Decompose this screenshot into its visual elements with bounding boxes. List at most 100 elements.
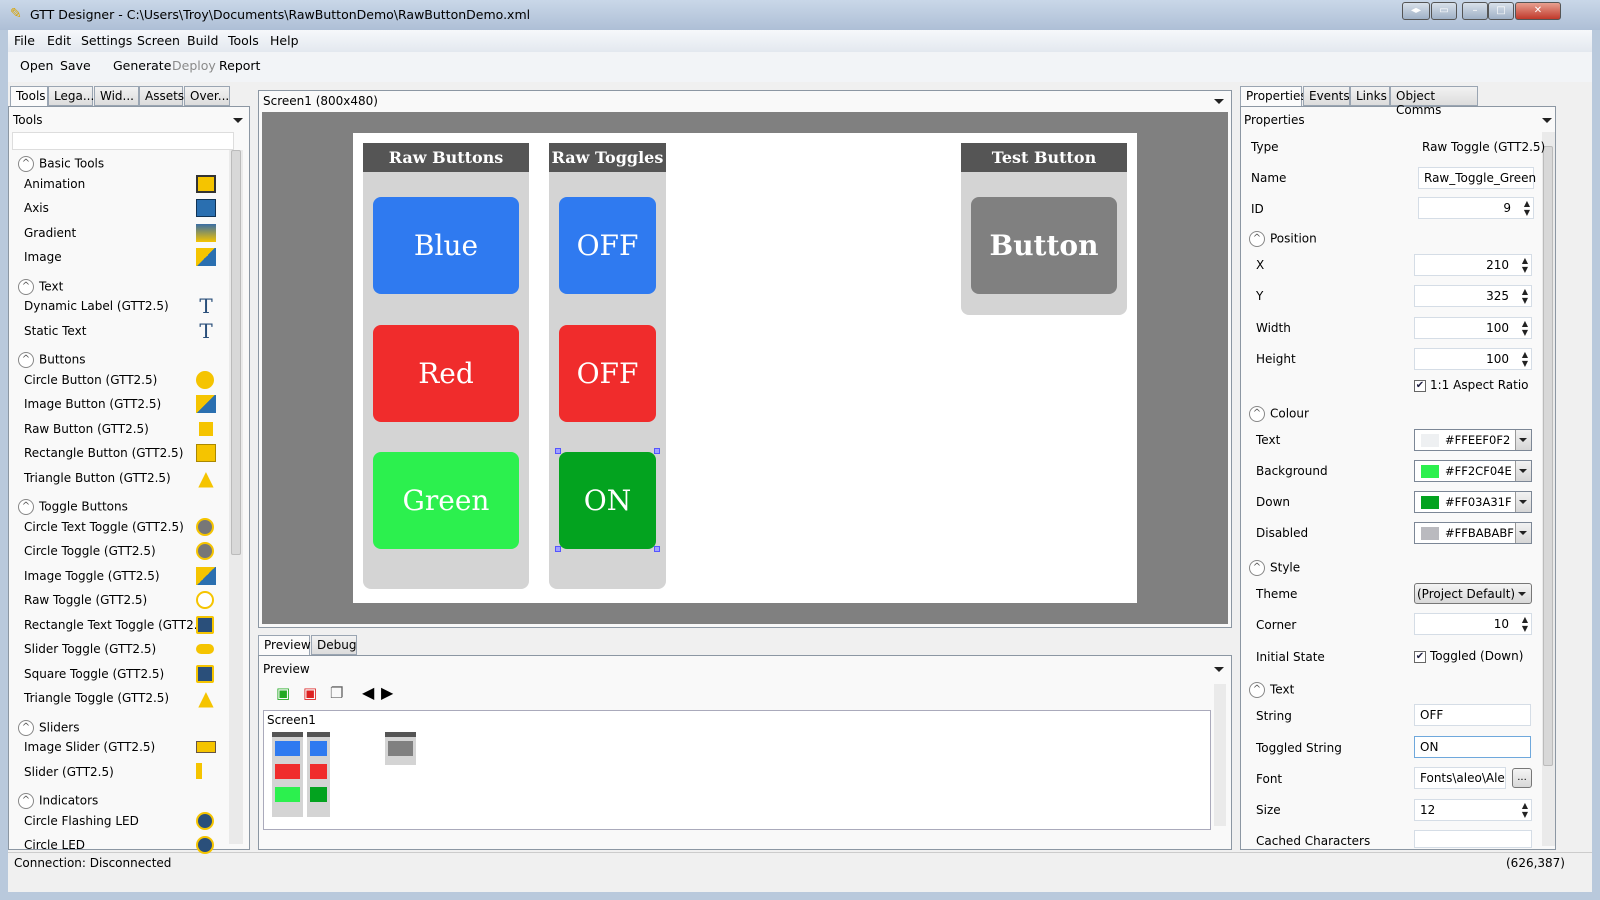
checkbox-icon[interactable]: ✔ <box>1414 379 1426 392</box>
spinner-icon[interactable]: ▲ ▼ <box>1522 256 1528 274</box>
tool-item[interactable]: Raw Button (GTT2.5) <box>24 422 149 436</box>
swap-icon[interactable]: ◂▸ <box>1402 2 1430 20</box>
group-buttons[interactable]: ^ Buttons <box>18 352 85 368</box>
x-stepper[interactable]: 210 ▲ ▼ <box>1414 254 1532 276</box>
spinner-icon[interactable]: ▲ ▼ <box>1522 350 1528 368</box>
deploy-button[interactable]: Deploy <box>172 58 216 73</box>
report-button[interactable]: Report <box>219 58 260 73</box>
raw-toggle-0[interactable]: OFF <box>559 197 656 294</box>
colour-section[interactable]: ^ Colour <box>1249 406 1309 422</box>
tab-object-comms[interactable]: Object Comms <box>1390 86 1478 117</box>
tools-search-input[interactable] <box>12 132 234 150</box>
raw-button-green[interactable]: Green <box>373 452 519 549</box>
spinner-icon[interactable]: ▲ ▼ <box>1522 319 1528 337</box>
collapse-icon[interactable]: ^ <box>18 719 34 736</box>
collapse-icon[interactable]: ^ <box>18 793 34 809</box>
selection-handle[interactable] <box>555 448 561 454</box>
add-screen-icon[interactable]: ▣ <box>276 684 290 702</box>
tool-item[interactable]: Raw Toggle (GTT2.5) <box>24 593 147 607</box>
tools-scrollbar[interactable] <box>229 150 243 844</box>
chevron-down-icon[interactable] <box>1214 667 1224 672</box>
tools-dropdown[interactable]: Tools <box>13 113 43 127</box>
tool-item[interactable]: Static Text <box>24 324 86 338</box>
tool-item[interactable]: Circle Flashing LED <box>24 814 139 828</box>
cached-characters-input[interactable] <box>1414 830 1532 848</box>
maximize-button[interactable]: □ <box>1488 2 1514 20</box>
collapse-icon[interactable]: ^ <box>18 352 34 368</box>
tab-events[interactable]: Events <box>1303 86 1350 106</box>
tab-1[interactable]: Lega... <box>48 86 94 106</box>
tool-item[interactable]: Rectangle Text Toggle (GTT2.5) <box>24 618 210 632</box>
dropdown-button[interactable] <box>1515 523 1531 543</box>
colour-background-picker[interactable]: #FF2CF04E <box>1414 460 1532 482</box>
collapse-icon[interactable]: ^ <box>1249 560 1265 576</box>
browse-font-button[interactable]: ... <box>1512 768 1532 788</box>
y-stepper[interactable]: 325 ▲ ▼ <box>1414 285 1532 307</box>
screen-title[interactable]: Screen1 (800x480) <box>263 94 378 108</box>
previous-icon[interactable]: ◀ <box>362 683 374 702</box>
open-button[interactable]: Open <box>20 58 53 73</box>
menu-file[interactable]: File <box>14 33 35 48</box>
group-toggle-buttons[interactable]: ^ Toggle Buttons <box>18 499 128 515</box>
tool-item[interactable]: Image Slider (GTT2.5) <box>24 740 155 754</box>
tool-item[interactable]: Slider Toggle (GTT2.5) <box>24 642 156 656</box>
tool-item[interactable]: Triangle Toggle (GTT2.5) <box>24 691 169 705</box>
tab-preview[interactable]: Preview <box>258 635 311 655</box>
spinner-icon[interactable]: ▲ ▼ <box>1522 801 1528 819</box>
tool-item[interactable]: Animation <box>24 177 85 191</box>
menu-help[interactable]: Help <box>270 33 299 48</box>
colour-down-picker[interactable]: #FF03A31F <box>1414 491 1532 513</box>
group-basic-tools[interactable]: ^ Basic Tools <box>18 156 104 172</box>
tool-item[interactable]: Triangle Button (GTT2.5) <box>24 471 171 485</box>
generate-button[interactable]: Generate <box>113 58 171 73</box>
tool-item[interactable]: Circle Text Toggle (GTT2.5) <box>24 520 184 534</box>
colour-disabled-picker[interactable]: #FFBABABF <box>1414 522 1532 544</box>
selection-handle[interactable] <box>654 448 660 454</box>
menu-build[interactable]: Build <box>187 33 218 48</box>
tool-item[interactable]: Square Toggle (GTT2.5) <box>24 667 164 681</box>
corner-stepper[interactable]: 10 ▲ ▼ <box>1414 613 1532 635</box>
menu-tools[interactable]: Tools <box>228 33 259 48</box>
tool-item[interactable]: Image Toggle (GTT2.5) <box>24 569 160 583</box>
menu-edit[interactable]: Edit <box>47 33 71 48</box>
dropdown-button[interactable] <box>1515 492 1531 512</box>
restore-view-icon[interactable]: ▭ <box>1431 2 1457 20</box>
group-indicators[interactable]: ^ Indicators <box>18 793 98 809</box>
name-input[interactable]: Raw_Toggle_Green <box>1418 167 1536 189</box>
spinner-icon[interactable]: ▲ ▼ <box>1524 199 1530 217</box>
screen1-thumbnail[interactable] <box>272 732 418 818</box>
theme-select[interactable]: (Project Default) <box>1414 583 1532 604</box>
raw-button-blue[interactable]: Blue <box>373 197 519 294</box>
tab-links[interactable]: Links <box>1350 86 1390 106</box>
preview-dropdown[interactable]: Preview <box>263 662 310 676</box>
h-stepper[interactable]: 100 ▲ ▼ <box>1414 348 1532 370</box>
minimize-button[interactable]: – <box>1462 2 1488 20</box>
tool-item[interactable]: Gradient <box>24 226 76 240</box>
checkbox-icon[interactable]: ✔ <box>1414 650 1426 663</box>
raw-toggle-2[interactable]: ON <box>559 452 656 549</box>
collapse-icon[interactable]: ^ <box>18 278 34 295</box>
collapse-icon[interactable]: ^ <box>1249 231 1265 247</box>
tool-item[interactable]: Circle LED <box>24 838 85 852</box>
spinner-icon[interactable]: ▲ ▼ <box>1522 615 1528 633</box>
colour-text-picker[interactable]: #FFEEF0F2 <box>1414 429 1532 451</box>
raw-button-red[interactable]: Red <box>373 325 519 422</box>
next-icon[interactable]: ▶ <box>381 683 393 702</box>
chevron-down-icon[interactable] <box>1542 118 1552 123</box>
spinner-icon[interactable]: ▲ ▼ <box>1522 287 1528 305</box>
tool-item[interactable]: Axis <box>24 201 49 215</box>
dropdown-button[interactable] <box>1515 461 1531 481</box>
aspect-ratio-checkbox[interactable]: ✔ 1:1 Aspect Ratio <box>1414 378 1529 392</box>
tool-item[interactable]: Circle Toggle (GTT2.5) <box>24 544 156 558</box>
tab-properties[interactable]: Properties <box>1240 86 1307 106</box>
size-stepper[interactable]: 12 ▲ ▼ <box>1414 799 1532 821</box>
collapse-icon[interactable]: ^ <box>1249 406 1265 422</box>
chevron-down-icon[interactable] <box>1214 99 1224 104</box>
tab-4[interactable]: Over... <box>184 86 230 106</box>
collapse-icon[interactable]: ^ <box>18 499 34 515</box>
tab-3[interactable]: Assets <box>139 86 184 106</box>
collapse-icon[interactable]: ^ <box>1249 682 1265 698</box>
properties-scrollbar[interactable] <box>1542 132 1555 846</box>
string-input[interactable]: OFF <box>1414 704 1531 726</box>
tab-2[interactable]: Wid... <box>94 86 139 106</box>
